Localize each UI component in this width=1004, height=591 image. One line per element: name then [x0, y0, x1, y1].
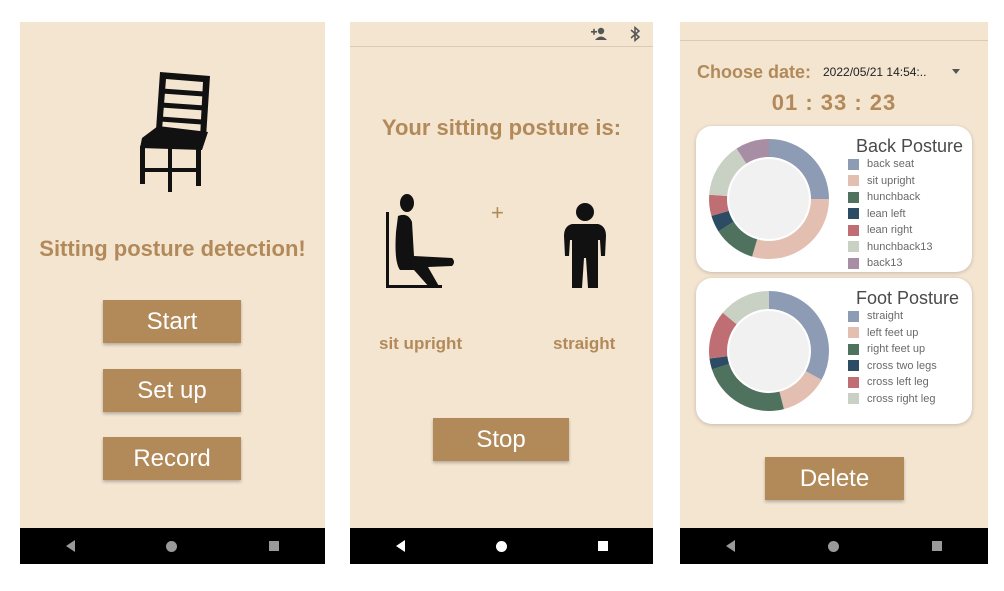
add-user-icon[interactable] — [590, 26, 608, 42]
navigation-bar — [680, 528, 988, 564]
back-posture-legend-label: sit upright — [867, 174, 915, 187]
record-screen: Choose date: 2022/05/21 14:54:.. 01 : 33… — [680, 22, 988, 564]
date-select[interactable]: 2022/05/21 14:54:.. — [823, 65, 926, 79]
chevron-down-icon[interactable] — [952, 69, 960, 74]
delete-button[interactable]: Delete — [765, 457, 904, 500]
foot-posture-legend-swatch — [848, 393, 859, 405]
foot-posture-legend-label: left feet up — [867, 326, 919, 339]
chair-icon — [140, 72, 210, 192]
back-icon[interactable] — [395, 540, 405, 552]
foot-posture-legend-item: left feet up — [848, 325, 937, 342]
stop-button[interactable]: Stop — [433, 418, 569, 461]
foot-posture-legend-label: cross right leg — [867, 392, 936, 405]
recent-apps-icon[interactable] — [931, 541, 942, 551]
foot-posture-legend-label: cross two legs — [867, 359, 937, 372]
back-posture-legend-label: back13 — [867, 257, 903, 270]
foot-posture-card: Foot Posture straight left feet up right f… — [696, 278, 972, 424]
foot-posture-legend: straight left feet up right feet up cross t… — [848, 308, 937, 407]
back-posture-legend-label: hunchback — [867, 191, 921, 204]
foot-posture-legend-label: right feet up — [867, 343, 926, 356]
foot-posture-slice-3 — [709, 356, 730, 370]
foot-posture-legend-item: straight — [848, 308, 937, 325]
back-posture-legend-item: hunchback13 — [848, 239, 932, 256]
back-posture-legend-swatch — [848, 257, 859, 269]
app-title: Sitting posture detection! — [39, 236, 306, 261]
foot-posture-legend-swatch — [848, 360, 859, 372]
back-posture-legend-item: hunchback — [848, 189, 932, 206]
back-posture-slice-3 — [711, 210, 734, 232]
back-icon[interactable] — [726, 540, 736, 552]
foot-posture-legend-label: straight — [867, 310, 904, 323]
back-posture-slice-6 — [736, 139, 770, 164]
foot-posture-slice-4 — [709, 312, 737, 359]
foot-posture-legend-swatch — [848, 310, 859, 322]
back-posture-slice-4 — [709, 194, 729, 216]
foot-posture-donut-chart — [709, 291, 829, 411]
back-posture-label: sit upright — [379, 334, 463, 353]
back-posture-legend-label: hunchback13 — [867, 240, 933, 253]
detection-screen: Your sitting posture is: + sit upright s… — [350, 22, 653, 564]
back-posture-legend-item: lean left — [848, 206, 932, 223]
back-posture-legend-item: sit upright — [848, 173, 932, 190]
home-icon[interactable] — [495, 540, 507, 552]
back-posture-legend-label: lean right — [867, 224, 913, 237]
back-posture-donut-chart — [709, 139, 829, 259]
foot-posture-legend-item: right feet up — [848, 341, 937, 358]
record-button[interactable]: Record — [103, 437, 241, 480]
setup-button[interactable]: Set up — [103, 369, 241, 412]
back-icon[interactable] — [65, 540, 75, 552]
timer-display: 01 : 33 : 23 — [771, 90, 897, 115]
back-posture-legend-swatch — [848, 191, 859, 203]
choose-date-label: Choose date: — [697, 62, 812, 82]
bluetooth-icon[interactable] — [626, 26, 644, 42]
back-posture-legend-swatch — [848, 208, 859, 220]
foot-posture-legend-item: cross two legs — [848, 358, 937, 375]
navigation-bar — [20, 528, 325, 564]
foot-posture-label: straight — [553, 334, 616, 353]
recent-apps-icon[interactable] — [597, 541, 608, 551]
home-screen: Sitting posture detection! Start Set up … — [20, 22, 325, 564]
sitting-person-icon — [386, 194, 454, 288]
back-posture-title: Back Posture — [856, 136, 964, 156]
home-icon[interactable] — [166, 540, 178, 552]
back-posture-legend-swatch — [848, 241, 859, 253]
top-divider — [680, 40, 988, 41]
back-posture-donut-hole — [729, 159, 809, 239]
back-posture-legend-swatch — [848, 175, 859, 187]
home-icon[interactable] — [827, 540, 839, 552]
foot-posture-legend-item: cross right leg — [848, 391, 937, 408]
standing-person-icon — [564, 203, 606, 288]
recent-apps-icon[interactable] — [269, 541, 280, 551]
foot-posture-donut-hole — [729, 311, 809, 391]
foot-posture-legend-swatch — [848, 376, 859, 388]
foot-posture-legend-swatch — [848, 327, 859, 339]
back-posture-legend-item: lean right — [848, 222, 932, 239]
back-posture-card: Back Posture back seat sit upright hunchba… — [696, 126, 972, 272]
navigation-bar — [350, 528, 653, 564]
back-posture-legend-item: back13 — [848, 255, 932, 272]
top-bar — [350, 22, 653, 47]
plus-sign: + — [491, 200, 504, 225]
back-posture-legend: back seat sit upright hunchback lean left le… — [848, 156, 932, 272]
foot-posture-title: Foot Posture — [856, 288, 960, 308]
back-posture-legend-swatch — [848, 224, 859, 236]
posture-heading: Your sitting posture is: — [381, 115, 622, 140]
foot-posture-legend-swatch — [848, 343, 859, 355]
back-posture-legend-label: lean left — [867, 207, 906, 220]
foot-posture-legend-item: cross left leg — [848, 374, 937, 391]
back-posture-legend-label: back seat — [867, 158, 915, 171]
foot-posture-legend-label: cross left leg — [867, 376, 929, 389]
back-posture-legend-swatch — [848, 158, 859, 170]
start-button[interactable]: Start — [103, 300, 241, 343]
back-posture-legend-item: back seat — [848, 156, 932, 173]
